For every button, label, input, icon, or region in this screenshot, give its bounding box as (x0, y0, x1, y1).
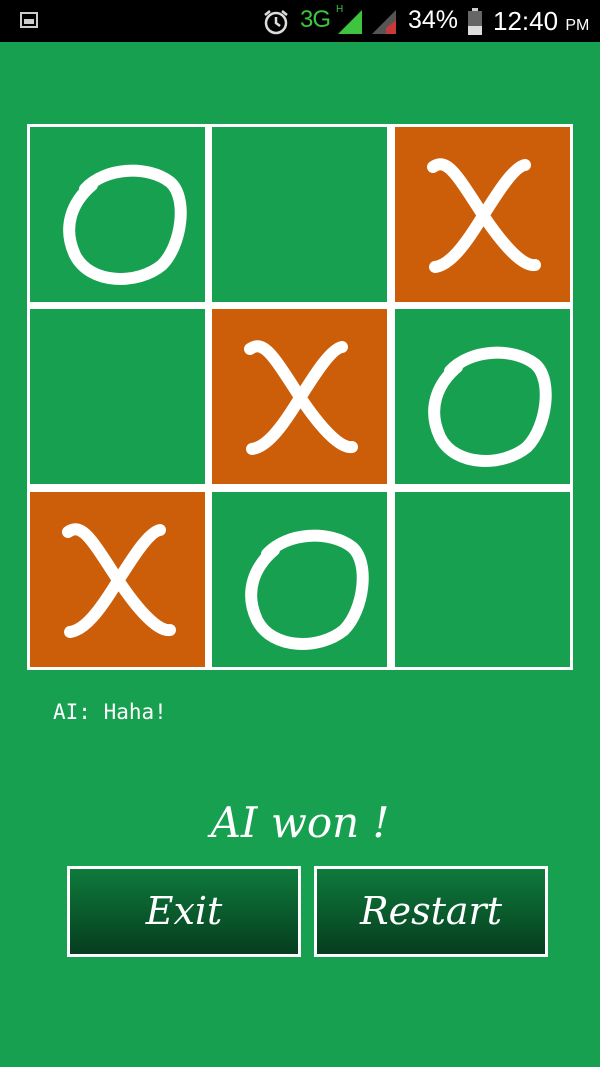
exit-button[interactable]: Exit (67, 866, 301, 957)
x-mark (62, 523, 176, 638)
board-cell-5 (212, 309, 387, 484)
board-cell-7 (30, 492, 205, 667)
battery-icon (468, 8, 482, 35)
battery-level: 34% (408, 6, 459, 34)
signal-icon-2 (372, 10, 396, 34)
game-board (27, 124, 573, 670)
board-cell-9[interactable] (395, 492, 570, 667)
board-cell-1 (30, 127, 205, 302)
board-cell-4[interactable] (30, 309, 205, 484)
o-mark (63, 164, 187, 285)
board-cell-6 (395, 309, 570, 484)
status-bar: 3G H 34% 12:40 PM (0, 0, 600, 42)
image-notification-icon (20, 12, 38, 28)
ai-message: AI: Haha! (53, 700, 167, 724)
signal-icon (338, 10, 362, 34)
board-cell-8 (212, 492, 387, 667)
clock-ampm: PM (565, 17, 590, 34)
game-result: AI won ! (210, 798, 390, 847)
x-mark (244, 340, 358, 455)
clock: 12:40 PM (493, 6, 589, 37)
clock-time: 12:40 (493, 6, 559, 36)
board-cell-2[interactable] (212, 127, 387, 302)
restart-button[interactable]: Restart (314, 866, 548, 957)
o-mark (245, 529, 369, 650)
x-mark (427, 158, 541, 273)
alarm-icon (264, 10, 288, 35)
network-type: 3G (300, 6, 331, 33)
o-mark (428, 346, 552, 467)
board-cell-3 (395, 127, 570, 302)
